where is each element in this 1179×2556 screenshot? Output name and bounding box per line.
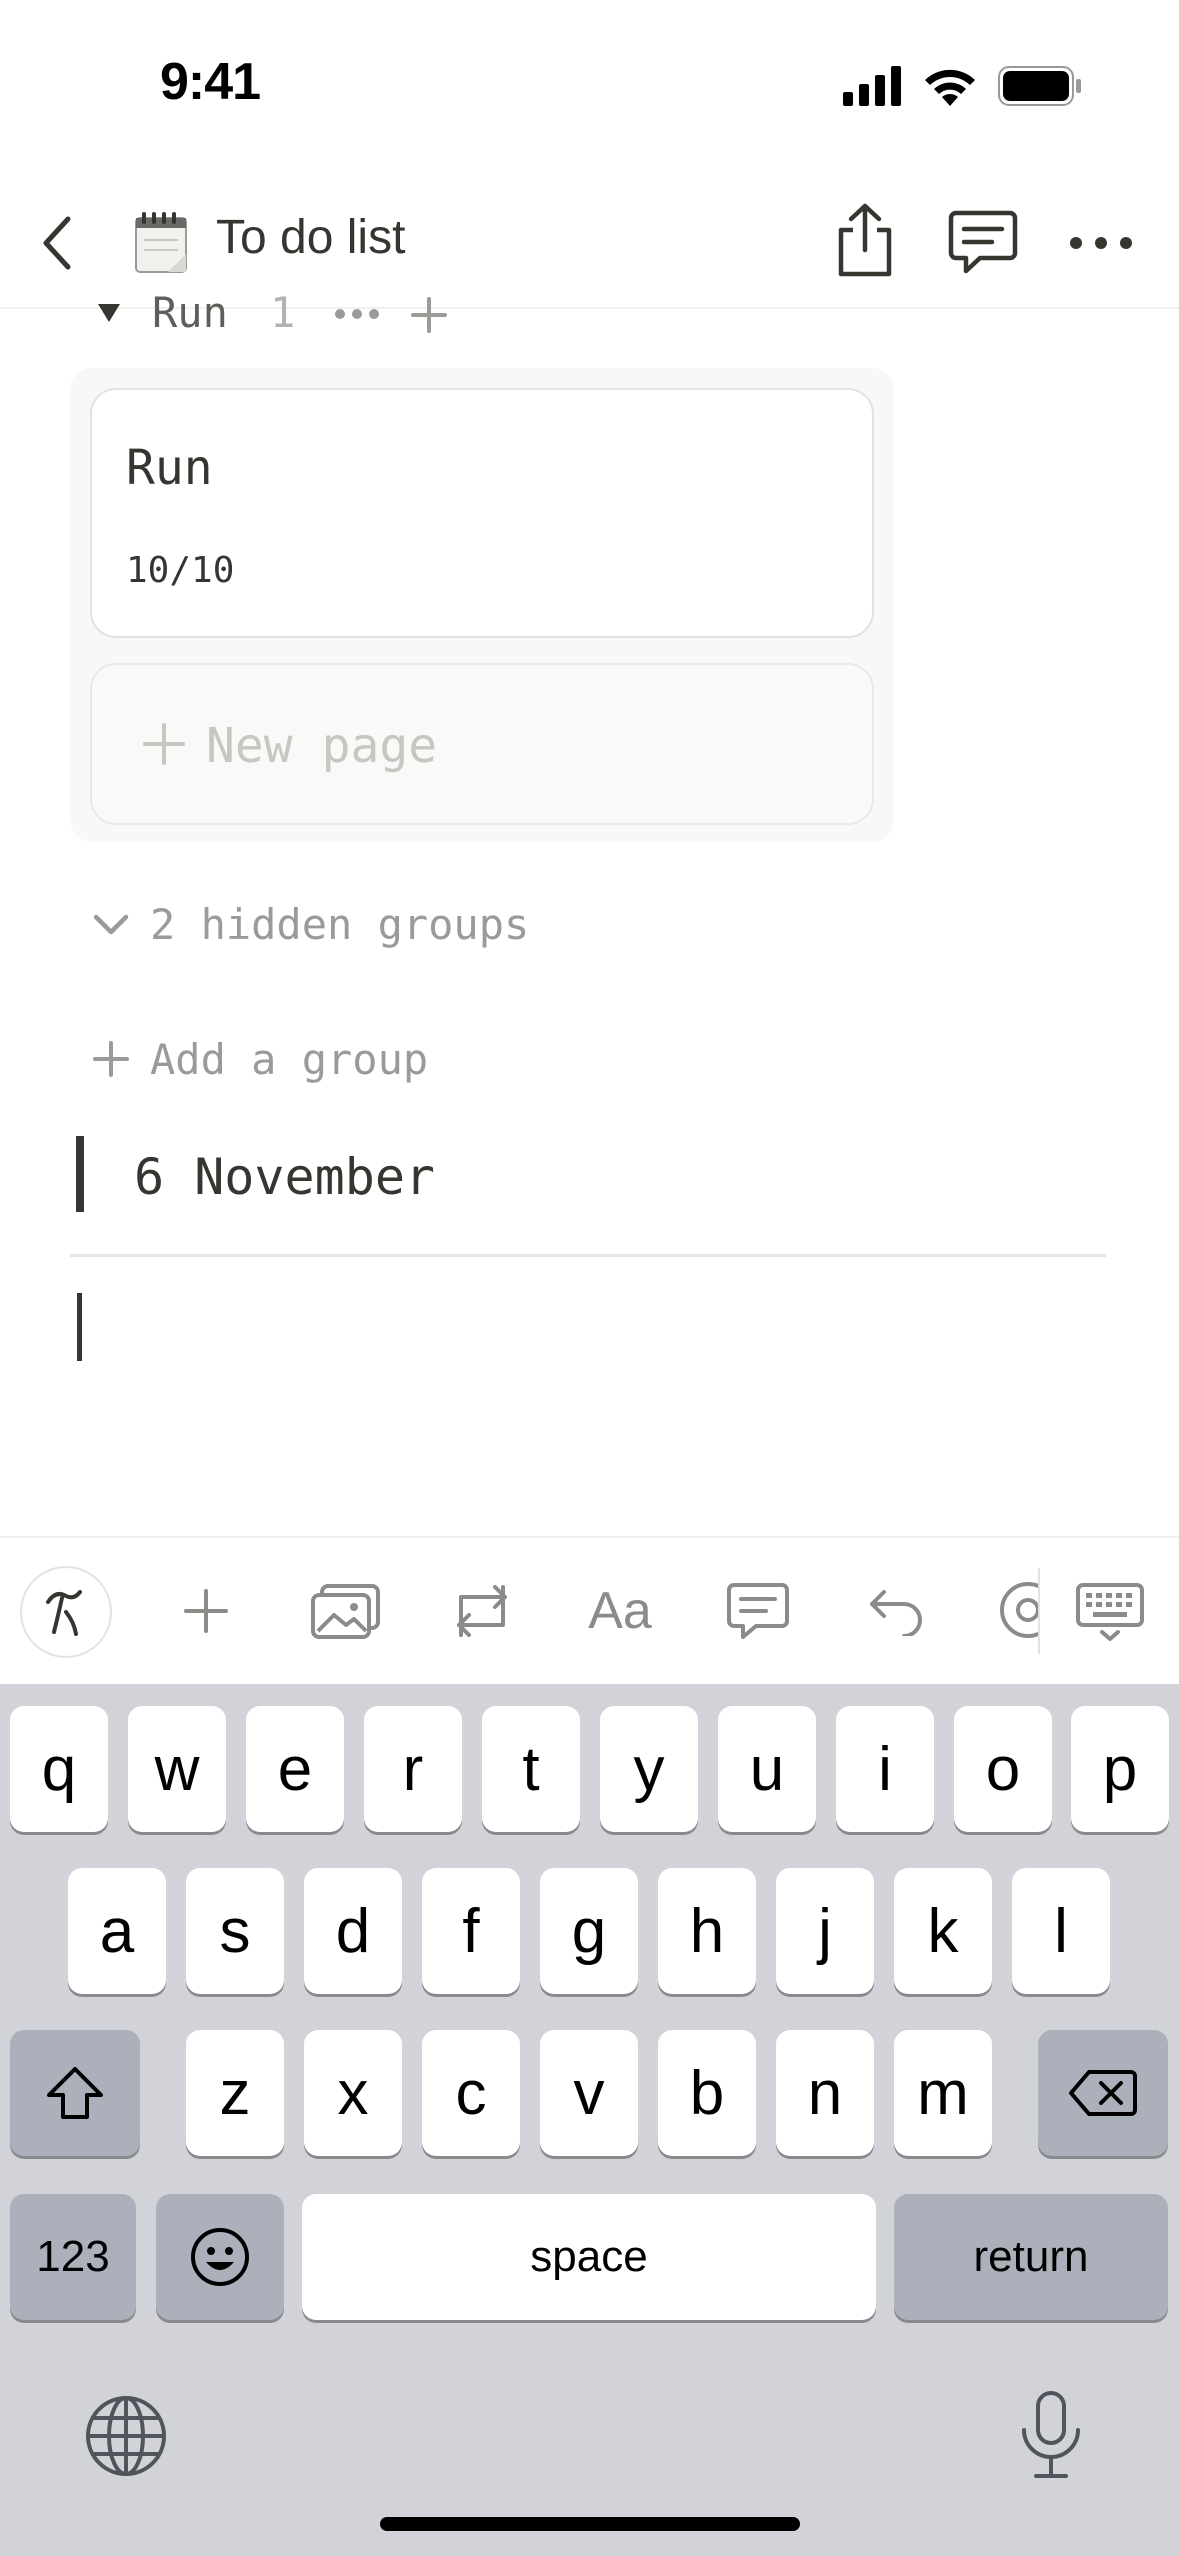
key-d[interactable]: d xyxy=(304,1868,402,1994)
ai-assistant-icon xyxy=(46,1590,82,1636)
cellular-signal-icon xyxy=(843,66,901,106)
key-m[interactable]: m xyxy=(894,2030,992,2156)
toolbar-separator xyxy=(1038,1568,1040,1654)
keyboard-dismiss-icon xyxy=(1076,1583,1144,1641)
ai-button[interactable] xyxy=(20,1566,112,1658)
text-style-button[interactable]: Aa xyxy=(570,1568,670,1654)
plus-icon xyxy=(184,1589,228,1633)
key-l[interactable]: l xyxy=(1012,1868,1110,1994)
page-icon[interactable] xyxy=(132,210,190,274)
turn-into-button[interactable] xyxy=(432,1568,532,1654)
add-group-icon[interactable] xyxy=(92,1040,130,1078)
key-j[interactable]: j xyxy=(776,1868,874,1994)
board-card[interactable] xyxy=(90,388,874,638)
key-t[interactable]: t xyxy=(482,1706,580,1832)
key-p[interactable]: p xyxy=(1071,1706,1169,1832)
key-k[interactable]: k xyxy=(894,1868,992,1994)
battery-icon xyxy=(998,66,1081,106)
insert-image-button[interactable] xyxy=(296,1568,396,1654)
shift-icon xyxy=(47,2067,103,2119)
home-indicator xyxy=(380,2517,800,2531)
key-r[interactable]: r xyxy=(364,1706,462,1832)
card-progress: 10/10 xyxy=(126,550,235,591)
turn-into-icon xyxy=(457,1585,507,1637)
key-o[interactable]: o xyxy=(954,1706,1052,1832)
key-c[interactable]: c xyxy=(422,2030,520,2156)
mention-button[interactable] xyxy=(998,1580,1038,1640)
more-button[interactable] xyxy=(1066,220,1136,266)
shift-key[interactable] xyxy=(10,2030,140,2156)
key-z[interactable]: z xyxy=(186,2030,284,2156)
globe-icon[interactable] xyxy=(84,2394,168,2478)
share-button[interactable] xyxy=(826,198,904,282)
comment-icon xyxy=(948,210,1018,274)
new-page-label: New page xyxy=(206,718,438,774)
key-b[interactable]: b xyxy=(658,2030,756,2156)
key-f[interactable]: f xyxy=(422,1868,520,1994)
comments-button[interactable] xyxy=(944,204,1022,280)
insert-block-button[interactable] xyxy=(156,1568,256,1654)
plus-icon xyxy=(143,723,185,765)
date-heading[interactable]: 6 November xyxy=(134,1148,435,1206)
key-a[interactable]: a xyxy=(68,1868,166,1994)
delete-key[interactable] xyxy=(1038,2030,1168,2156)
comment-icon xyxy=(727,1583,789,1639)
quote-bar xyxy=(76,1136,84,1212)
key-h[interactable]: h xyxy=(658,1868,756,1994)
key-q[interactable]: q xyxy=(10,1706,108,1832)
card-title: Run xyxy=(126,440,213,496)
numbers-key[interactable]: 123 xyxy=(10,2194,136,2320)
wifi-icon xyxy=(925,69,975,106)
image-icon xyxy=(311,1584,380,1639)
keyboard: q w e r t y u i o p a s d f g h j k l z … xyxy=(0,1684,1179,2556)
key-w[interactable]: w xyxy=(128,1706,226,1832)
group-add-icon[interactable] xyxy=(410,296,448,334)
comment-button[interactable] xyxy=(708,1568,808,1654)
emoji-key[interactable] xyxy=(156,2194,284,2320)
key-i[interactable]: i xyxy=(836,1706,934,1832)
key-s[interactable]: s xyxy=(186,1868,284,1994)
back-button[interactable] xyxy=(28,208,88,278)
notepad-icon xyxy=(135,212,187,273)
return-key[interactable]: return xyxy=(894,2194,1168,2320)
hidden-groups-toggle[interactable]: 2 hidden groups xyxy=(150,900,529,949)
mention-icon xyxy=(1000,1582,1038,1638)
chevron-down-icon[interactable] xyxy=(92,912,130,938)
share-icon xyxy=(838,203,892,277)
group-more-icon[interactable] xyxy=(334,308,380,320)
add-group-button[interactable]: Add a group xyxy=(150,1035,428,1084)
key-g[interactable]: g xyxy=(540,1868,638,1994)
status-time: 9:41 xyxy=(160,53,261,111)
backspace-icon xyxy=(1069,2070,1137,2116)
text-cursor[interactable] xyxy=(77,1293,82,1361)
more-horizontal-icon xyxy=(1070,237,1132,249)
key-y[interactable]: y xyxy=(600,1706,698,1832)
chevron-left-icon xyxy=(43,216,71,270)
emoji-icon xyxy=(191,2228,249,2286)
divider-block xyxy=(70,1254,1106,1257)
dismiss-keyboard-button[interactable] xyxy=(1072,1580,1148,1644)
group-count: 1 xyxy=(270,288,296,337)
key-e[interactable]: e xyxy=(246,1706,344,1832)
key-x[interactable]: x xyxy=(304,2030,402,2156)
undo-icon xyxy=(870,1590,922,1636)
group-name[interactable]: Run xyxy=(152,288,228,337)
key-u[interactable]: u xyxy=(718,1706,816,1832)
key-n[interactable]: n xyxy=(776,2030,874,2156)
page-title[interactable]: To do list xyxy=(216,210,405,265)
undo-button[interactable] xyxy=(846,1568,946,1654)
key-v[interactable]: v xyxy=(540,2030,638,2156)
space-key[interactable]: space xyxy=(302,2194,876,2320)
microphone-icon[interactable] xyxy=(1016,2390,1086,2480)
caret-down-icon[interactable] xyxy=(96,302,122,324)
